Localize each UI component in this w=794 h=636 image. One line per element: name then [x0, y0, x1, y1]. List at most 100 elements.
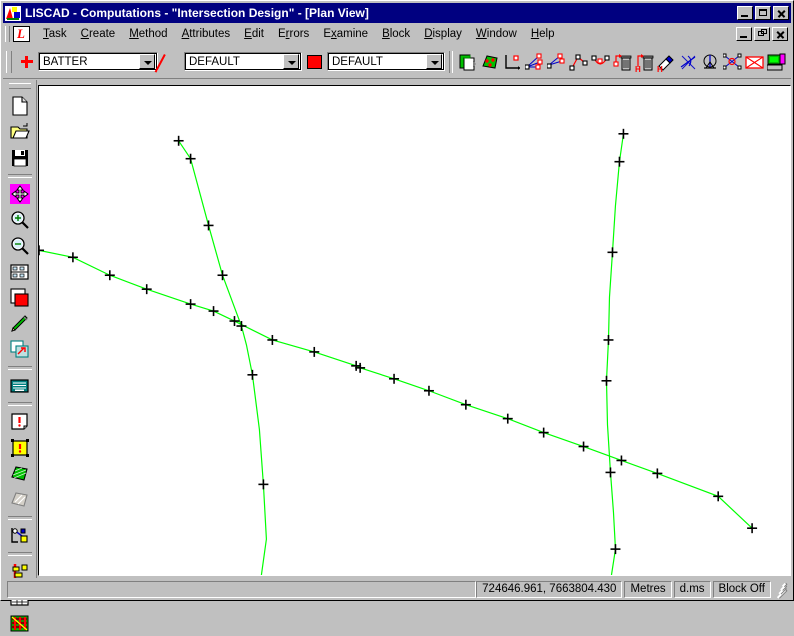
warning-selected-icon[interactable] — [7, 436, 33, 460]
mdi-restore-button[interactable] — [754, 27, 770, 41]
line-style-value: DEFAULT — [189, 55, 240, 68]
bearing-distance-icon[interactable] — [699, 51, 721, 73]
vertex-cross-marker[interactable] — [652, 468, 663, 479]
create-radiation-icon[interactable] — [545, 51, 567, 73]
vertex-cross-marker[interactable] — [605, 467, 616, 478]
zoom-out-icon[interactable] — [7, 234, 33, 258]
polyline-kerb-line-steep[interactable] — [178, 140, 267, 575]
intersection-icon[interactable] — [721, 51, 743, 73]
vertex-cross-marker[interactable] — [104, 270, 115, 281]
menu-item-attributes[interactable]: Attributes — [175, 26, 238, 42]
vertex-cross-marker[interactable] — [502, 413, 513, 424]
vertex-cross-marker[interactable] — [603, 334, 614, 345]
toolbar-drag-grip[interactable] — [6, 50, 12, 73]
vertex-cross-marker[interactable] — [601, 375, 612, 386]
menu-item-create[interactable]: Create — [74, 26, 123, 42]
mdi-close-button[interactable] — [772, 27, 788, 41]
vertex-cross-marker[interactable] — [258, 479, 269, 490]
sidebar-drag-grip[interactable] — [8, 83, 31, 89]
liscad-L-icon[interactable] — [13, 26, 30, 42]
create-arc-icon[interactable] — [589, 51, 611, 73]
vertex-cross-marker[interactable] — [185, 153, 196, 164]
vertex-cross-marker[interactable] — [39, 245, 44, 256]
delete-point-icon[interactable] — [611, 51, 633, 73]
keyboard-entry-icon[interactable] — [7, 374, 33, 398]
create-traverse-icon[interactable] — [523, 51, 545, 73]
menu-drag-grip[interactable] — [5, 26, 10, 42]
error-warning-icon[interactable] — [7, 410, 33, 434]
menu-item-help[interactable]: Help — [524, 26, 562, 42]
vertex-cross-marker[interactable] — [460, 399, 471, 410]
vertex-cross-marker[interactable] — [614, 156, 625, 167]
vertex-cross-marker[interactable] — [423, 385, 434, 396]
create-polyline-icon[interactable] — [567, 51, 589, 73]
vertex-cross-marker[interactable] — [267, 334, 278, 345]
chevron-down-icon[interactable] — [426, 54, 442, 69]
zoom-in-icon[interactable] — [7, 208, 33, 232]
vertex-cross-marker[interactable] — [247, 369, 258, 380]
color-swatch-icon[interactable] — [7, 286, 33, 310]
vertex-cross-marker[interactable] — [185, 299, 196, 310]
menu-item-examine[interactable]: Examine — [316, 26, 375, 42]
menu-item-method[interactable]: Method — [122, 26, 174, 42]
vertex-cross-marker[interactable] — [67, 252, 78, 263]
fill-style-combobox[interactable]: DEFAULT — [327, 52, 445, 71]
vertex-cross-marker[interactable] — [141, 284, 152, 295]
menu-item-edit[interactable]: Edit — [237, 26, 271, 42]
delete-line-icon[interactable] — [677, 51, 699, 73]
tools-sidebar — [3, 80, 37, 632]
menu-item-window[interactable]: Window — [469, 26, 524, 42]
vertex-cross-marker[interactable] — [616, 455, 627, 466]
pan-move-icon[interactable] — [7, 182, 33, 206]
red-diagonal-line-icon — [163, 53, 179, 71]
grid-boundary-icon[interactable] — [743, 51, 765, 73]
point-style-combobox[interactable]: BATTER — [38, 52, 158, 71]
vertex-cross-marker[interactable] — [389, 373, 400, 384]
delete-height-icon[interactable]: H — [633, 51, 655, 73]
maximize-button[interactable] — [755, 6, 771, 20]
minimize-button[interactable] — [737, 6, 753, 20]
line-style-combobox[interactable]: DEFAULT — [184, 52, 302, 71]
edit-attributes-icon[interactable]: H — [655, 51, 677, 73]
vertex-cross-marker[interactable] — [578, 441, 589, 452]
measure-tool-icon[interactable] — [7, 524, 33, 548]
vertex-cross-marker[interactable] — [309, 346, 320, 357]
paste-surface-points-icon[interactable] — [479, 51, 501, 73]
close-button[interactable] — [773, 6, 789, 20]
resize-grip[interactable] — [774, 582, 789, 599]
vertex-cross-marker[interactable] — [173, 135, 184, 146]
create-axes-icon[interactable] — [501, 51, 523, 73]
sidebar-separator — [7, 516, 32, 520]
plan-view-canvas[interactable] — [39, 86, 790, 575]
zoom-window-icon[interactable] — [7, 260, 33, 284]
vertex-cross-marker[interactable] — [208, 306, 219, 317]
vertex-cross-marker[interactable] — [217, 270, 228, 281]
menu-item-block[interactable]: Block — [375, 26, 417, 42]
new-file-icon[interactable] — [7, 94, 33, 118]
copy-surface-icon[interactable] — [457, 51, 479, 73]
copy-layers-icon[interactable] — [7, 338, 33, 362]
chevron-down-icon[interactable] — [139, 54, 155, 69]
surface-green-icon[interactable] — [7, 462, 33, 486]
pencil-edit-icon[interactable] — [7, 312, 33, 336]
texture-map-icon[interactable] — [7, 612, 33, 636]
plan-view-window[interactable] — [38, 85, 791, 576]
menu-item-task[interactable]: Task — [36, 26, 74, 42]
polyline-kerb-line-vertical[interactable] — [605, 133, 625, 575]
computer-output-icon[interactable] — [765, 51, 787, 73]
vertex-cross-marker[interactable] — [607, 247, 618, 258]
vertex-cross-marker[interactable] — [538, 427, 549, 438]
menu-item-errors[interactable]: Errors — [271, 26, 316, 42]
status-message-panel — [7, 580, 477, 598]
menu-bar: Task Create Method Attributes Edit Error… — [3, 24, 791, 44]
surface-disabled-icon[interactable] — [7, 488, 33, 512]
save-disk-icon[interactable] — [7, 146, 33, 170]
svg-text:H: H — [657, 65, 663, 72]
vertex-cross-marker[interactable] — [618, 128, 629, 139]
vertex-cross-marker[interactable] — [203, 220, 214, 231]
chevron-down-icon[interactable] — [283, 54, 299, 69]
open-folder-icon[interactable] — [7, 120, 33, 144]
menu-item-display[interactable]: Display — [417, 26, 469, 42]
mdi-minimize-button[interactable] — [736, 27, 752, 41]
vertex-cross-marker[interactable] — [610, 544, 621, 555]
